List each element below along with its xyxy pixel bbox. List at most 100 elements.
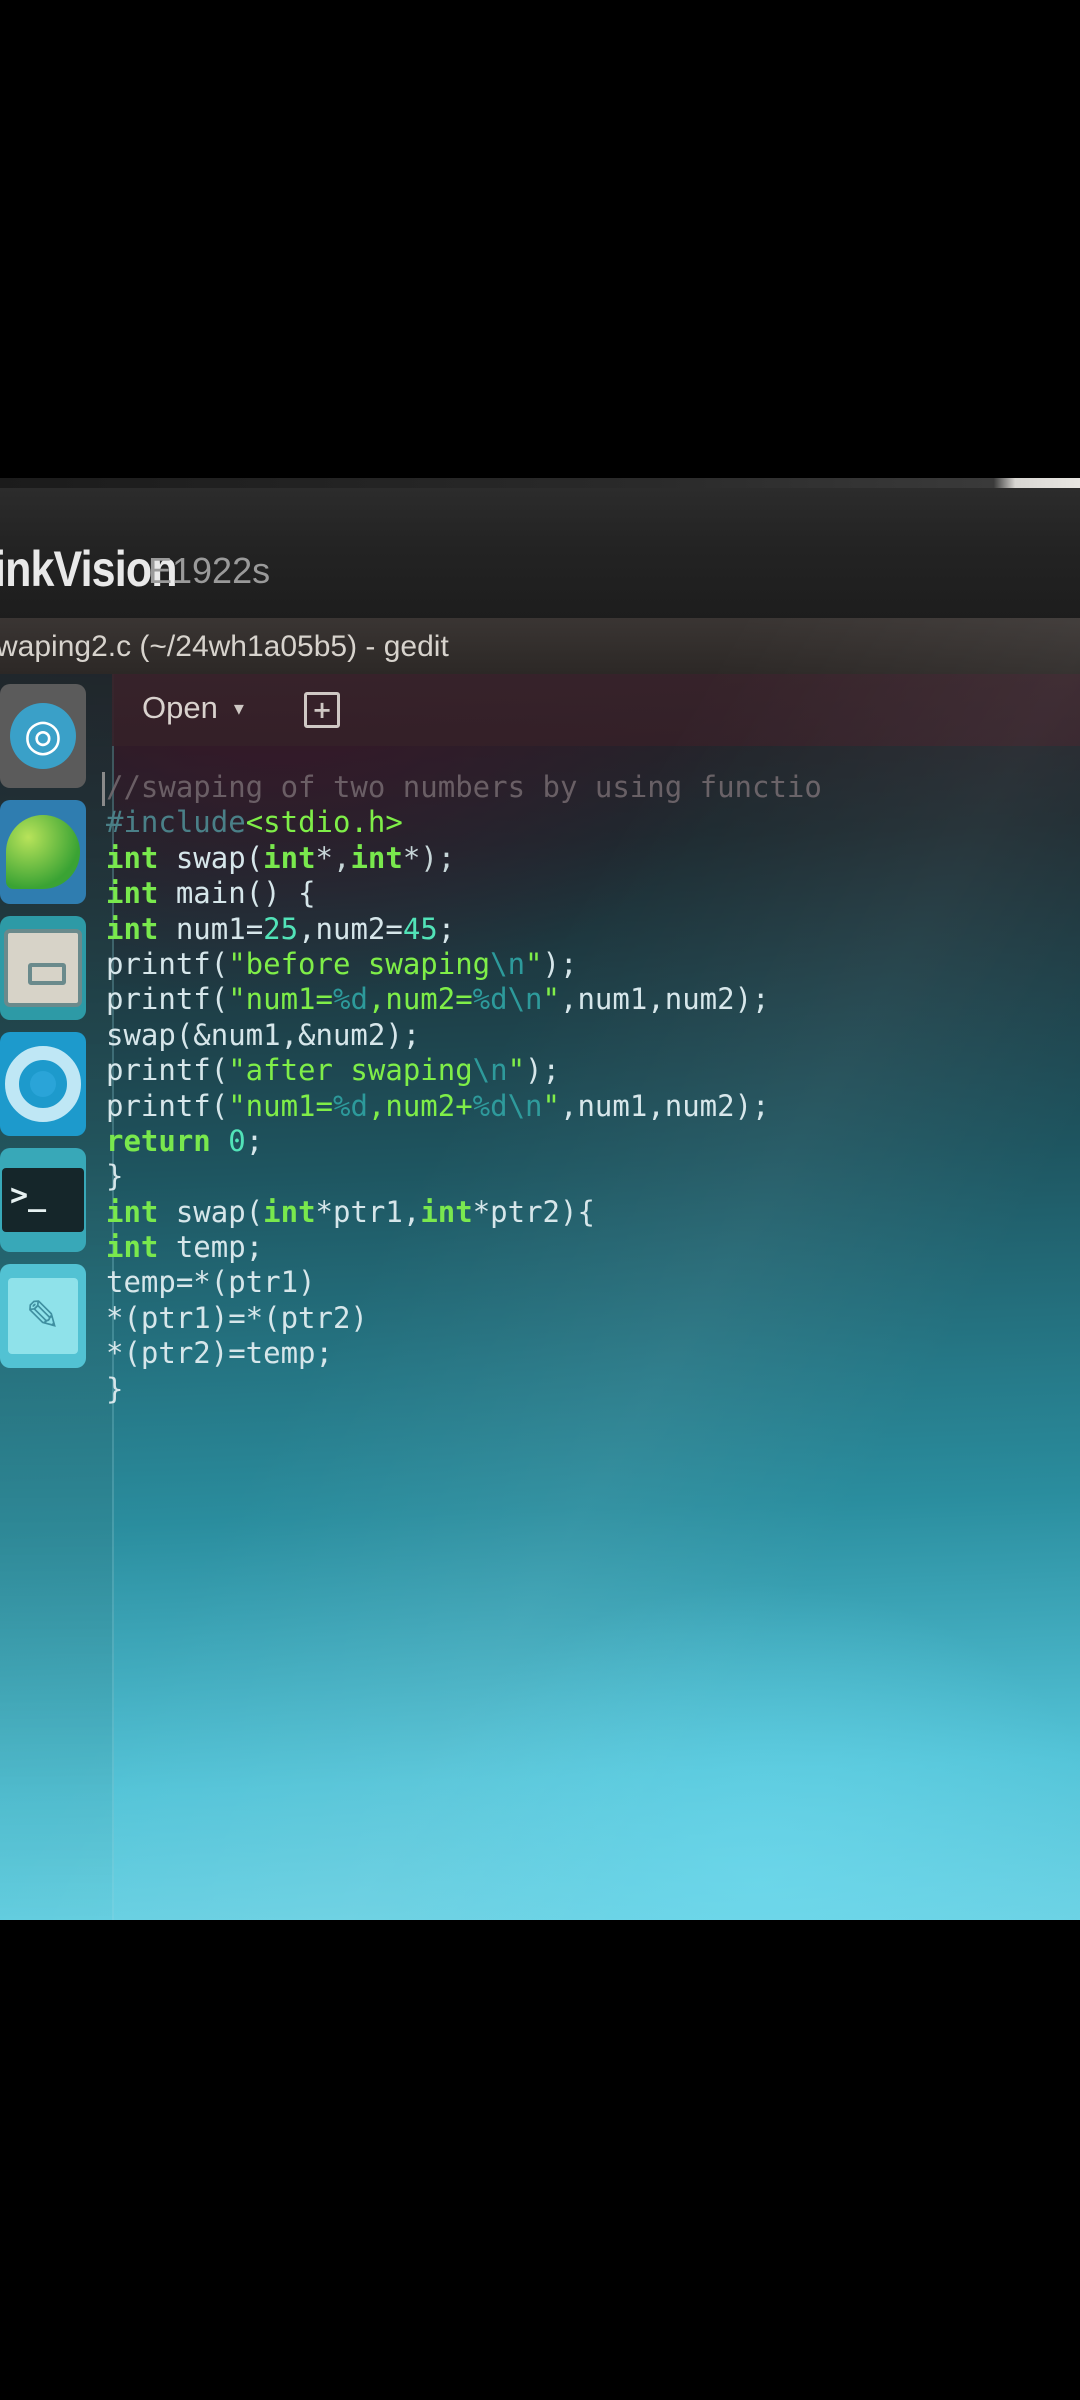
code-token: ,num2= bbox=[367, 982, 473, 1017]
code-token: int bbox=[263, 840, 316, 875]
code-token: printf( bbox=[106, 982, 229, 1017]
code-token: %d\n bbox=[472, 1088, 543, 1123]
code-token: printf( bbox=[106, 1088, 229, 1123]
code-line[interactable]: *(ptr2)=temp; bbox=[106, 1336, 1080, 1371]
code-token: #include bbox=[106, 805, 246, 840]
code-token: *, bbox=[315, 840, 351, 875]
code-token: "num1= bbox=[228, 1088, 333, 1123]
launcher-item-text-editor[interactable]: ✎ bbox=[0, 1264, 86, 1368]
code-token: printf( bbox=[106, 1053, 229, 1088]
code-line[interactable]: printf("after swaping\n"); bbox=[106, 1053, 1080, 1088]
open-button-label: Open bbox=[142, 690, 218, 725]
desktop-screen: waping2.c (~/24wh1a05b5) - gedit ◎ >_ ✎ bbox=[0, 618, 1080, 1920]
code-token: %d\n bbox=[472, 982, 543, 1017]
code-token: "num1= bbox=[228, 982, 333, 1017]
launcher-item-files[interactable] bbox=[0, 916, 86, 1020]
code-token: *); bbox=[402, 840, 456, 875]
terminal-icon: >_ bbox=[2, 1168, 84, 1232]
launcher-item-app[interactable] bbox=[0, 800, 86, 904]
window-title: waping2.c (~/24wh1a05b5) - gedit bbox=[0, 630, 449, 663]
code-token: ; bbox=[245, 1123, 264, 1158]
code-token: <stdio.h> bbox=[245, 805, 403, 840]
code-token: " bbox=[525, 946, 543, 981]
code-token: int bbox=[350, 840, 403, 875]
code-token: temp; bbox=[158, 1230, 264, 1265]
code-token: } bbox=[106, 1371, 124, 1406]
code-token: int bbox=[420, 1194, 473, 1229]
code-token: ); bbox=[525, 1053, 560, 1088]
code-line[interactable]: #include<stdio.h> bbox=[106, 805, 1080, 840]
code-line[interactable]: int temp; bbox=[106, 1230, 1080, 1265]
code-line[interactable]: printf("before swaping\n"); bbox=[106, 947, 1080, 982]
code-token: return bbox=[106, 1123, 211, 1158]
code-token: temp=*(ptr1) bbox=[106, 1265, 316, 1300]
code-token: %d bbox=[332, 982, 368, 1017]
new-document-icon[interactable]: + bbox=[304, 692, 340, 728]
code-line[interactable]: int main() { bbox=[106, 876, 1080, 911]
code-token: 25 bbox=[263, 911, 299, 946]
code-token: swap( bbox=[158, 1194, 264, 1229]
code-token: ,num1,num2); bbox=[559, 1088, 770, 1123]
code-token: main() { bbox=[158, 876, 316, 911]
code-line[interactable]: int swap(int*ptr1,int*ptr2){ bbox=[106, 1195, 1080, 1230]
code-line[interactable]: temp=*(ptr1) bbox=[106, 1265, 1080, 1300]
launcher-item-terminal[interactable]: >_ bbox=[0, 1148, 86, 1252]
window-titlebar[interactable]: waping2.c (~/24wh1a05b5) - gedit bbox=[0, 618, 1080, 674]
code-token: printf( bbox=[106, 946, 229, 981]
code-line[interactable]: int swap(int*,int*); bbox=[106, 841, 1080, 876]
code-token: \n bbox=[472, 1053, 508, 1088]
chromium-icon bbox=[5, 1046, 81, 1122]
code-token: int bbox=[106, 911, 159, 946]
ubuntu-dash-icon: ◎ bbox=[10, 703, 76, 769]
code-token: //swaping of two numbers by using functi… bbox=[106, 770, 822, 804]
launcher-bar: ◎ >_ ✎ bbox=[0, 674, 114, 1920]
code-token: ,num2= bbox=[298, 911, 403, 946]
code-token: ; bbox=[437, 911, 456, 946]
code-token: int bbox=[106, 1194, 159, 1229]
code-token: int bbox=[106, 840, 159, 875]
code-token: 45 bbox=[402, 911, 438, 946]
code-line[interactable]: } bbox=[106, 1372, 1080, 1407]
code-token: ); bbox=[542, 946, 578, 981]
code-token: *(ptr1)=*(ptr2) bbox=[106, 1300, 368, 1335]
launcher-item-chromium[interactable] bbox=[0, 1032, 86, 1136]
code-token: int bbox=[106, 876, 159, 911]
code-token: %d bbox=[332, 1088, 368, 1123]
code-token: " bbox=[507, 1053, 526, 1088]
code-token: 0 bbox=[228, 1123, 246, 1158]
code-line[interactable]: //swaping of two numbers by using functi… bbox=[106, 770, 1080, 805]
code-token: "before swaping bbox=[228, 946, 491, 981]
code-line[interactable]: *(ptr1)=*(ptr2) bbox=[106, 1301, 1080, 1336]
code-line[interactable]: printf("num1=%d,num2=%d\n",num1,num2); bbox=[106, 982, 1080, 1017]
code-token: int bbox=[106, 1230, 159, 1265]
code-token: swap( bbox=[158, 840, 264, 875]
monitor-photo: inkVision E1922s waping2.c (~/24wh1a05b5… bbox=[0, 478, 1080, 1920]
gedit-toolbar: Open ▾ + bbox=[112, 674, 1080, 746]
code-token: } bbox=[106, 1159, 124, 1194]
code-line[interactable]: } bbox=[106, 1159, 1080, 1194]
code-token: swap(&num1,&num2); bbox=[106, 1017, 421, 1052]
code-line[interactable]: printf("num1=%d,num2+%d\n",num1,num2); bbox=[106, 1089, 1080, 1124]
code-line[interactable]: return 0; bbox=[106, 1124, 1080, 1159]
code-line[interactable]: int num1=25,num2=45; bbox=[106, 912, 1080, 947]
code-token: " bbox=[542, 982, 560, 1017]
code-token: int bbox=[263, 1194, 316, 1229]
files-icon bbox=[4, 929, 82, 1007]
code-token: *(ptr2)=temp; bbox=[106, 1336, 333, 1371]
code-token: ,num1,num2); bbox=[559, 982, 770, 1017]
chevron-down-icon: ▾ bbox=[233, 697, 244, 720]
code-token: *ptr2){ bbox=[472, 1194, 595, 1229]
code-token: *ptr1, bbox=[315, 1194, 421, 1229]
app-leaf-icon bbox=[6, 815, 80, 889]
code-token: \n bbox=[490, 946, 526, 981]
launcher-item-dash[interactable]: ◎ bbox=[0, 684, 86, 788]
code-editor[interactable]: //swaping of two numbers by using functi… bbox=[100, 770, 1080, 1407]
open-button[interactable]: Open ▾ bbox=[130, 686, 256, 730]
code-token: "after swaping bbox=[228, 1053, 473, 1088]
monitor-model: E1922s bbox=[148, 550, 271, 591]
code-token: ,num2+ bbox=[367, 1088, 473, 1123]
monitor-bezel: inkVision E1922s bbox=[0, 488, 1080, 618]
code-token: " bbox=[542, 1088, 560, 1123]
code-line[interactable]: swap(&num1,&num2); bbox=[106, 1018, 1080, 1053]
